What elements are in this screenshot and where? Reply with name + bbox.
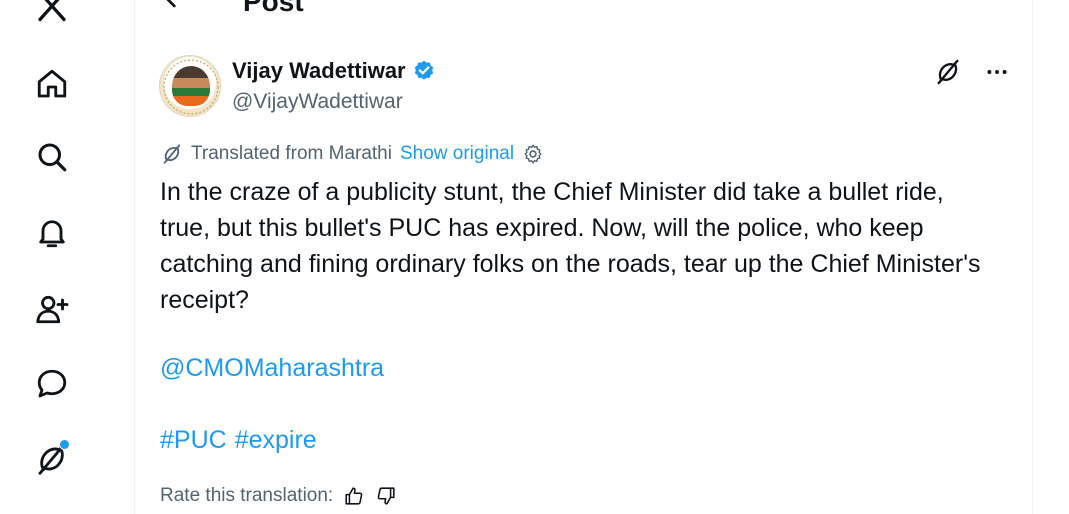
- notification-badge: [59, 439, 70, 450]
- thumbs-up-icon[interactable]: [343, 485, 365, 507]
- thumbs-down-icon[interactable]: [375, 485, 397, 507]
- back-arrow-icon: [166, 0, 176, 8]
- search-icon[interactable]: [30, 135, 74, 179]
- translated-label: Translated from Marathi: [191, 143, 392, 164]
- avatar[interactable]: [159, 55, 221, 117]
- gear-icon[interactable]: [522, 143, 544, 165]
- bell-icon[interactable]: [30, 211, 74, 255]
- back-button[interactable]: [157, 0, 197, 16]
- chat-bubble-icon[interactable]: [30, 362, 74, 406]
- post-actions-top: [934, 58, 1010, 86]
- rate-label: Rate this translation:: [160, 485, 334, 506]
- add-user-icon[interactable]: [30, 287, 74, 331]
- sidebar-nav: [0, 0, 134, 514]
- post-header: Post: [135, 0, 1032, 17]
- grok-icon: [161, 143, 183, 165]
- verified-badge-icon[interactable]: [412, 59, 436, 83]
- author-name[interactable]: Vijay Wadettiwar: [232, 58, 406, 84]
- page-title: Post: [243, 0, 304, 17]
- home-icon[interactable]: [30, 62, 74, 106]
- mention-link[interactable]: @CMOMaharashtra: [160, 354, 384, 383]
- author-name-row[interactable]: Vijay Wadettiwar: [232, 58, 436, 84]
- x-logo-icon[interactable]: [30, 0, 74, 28]
- avatar-ring: [163, 59, 219, 115]
- grok-icon[interactable]: [934, 58, 962, 86]
- hashtag-link[interactable]: #PUC: [160, 426, 227, 455]
- app-root: Post Vijay Wadettiwar @VijayWadettiwar T…: [0, 0, 1069, 514]
- more-options-icon[interactable]: [984, 59, 1010, 85]
- show-original-link[interactable]: Show original: [400, 143, 514, 165]
- translation-notice: Translated from Marathi Show original: [161, 143, 544, 165]
- hashtag-link[interactable]: #expire: [235, 426, 317, 455]
- author-handle[interactable]: @VijayWadettiwar: [232, 90, 403, 114]
- post-body: In the craze of a publicity stunt, the C…: [160, 178, 981, 314]
- rate-translation: Rate this translation:: [160, 485, 397, 507]
- grok-icon[interactable]: [30, 437, 74, 481]
- hashtags: #PUC #expire: [160, 426, 317, 455]
- post-column: Post Vijay Wadettiwar @VijayWadettiwar T…: [134, 0, 1033, 514]
